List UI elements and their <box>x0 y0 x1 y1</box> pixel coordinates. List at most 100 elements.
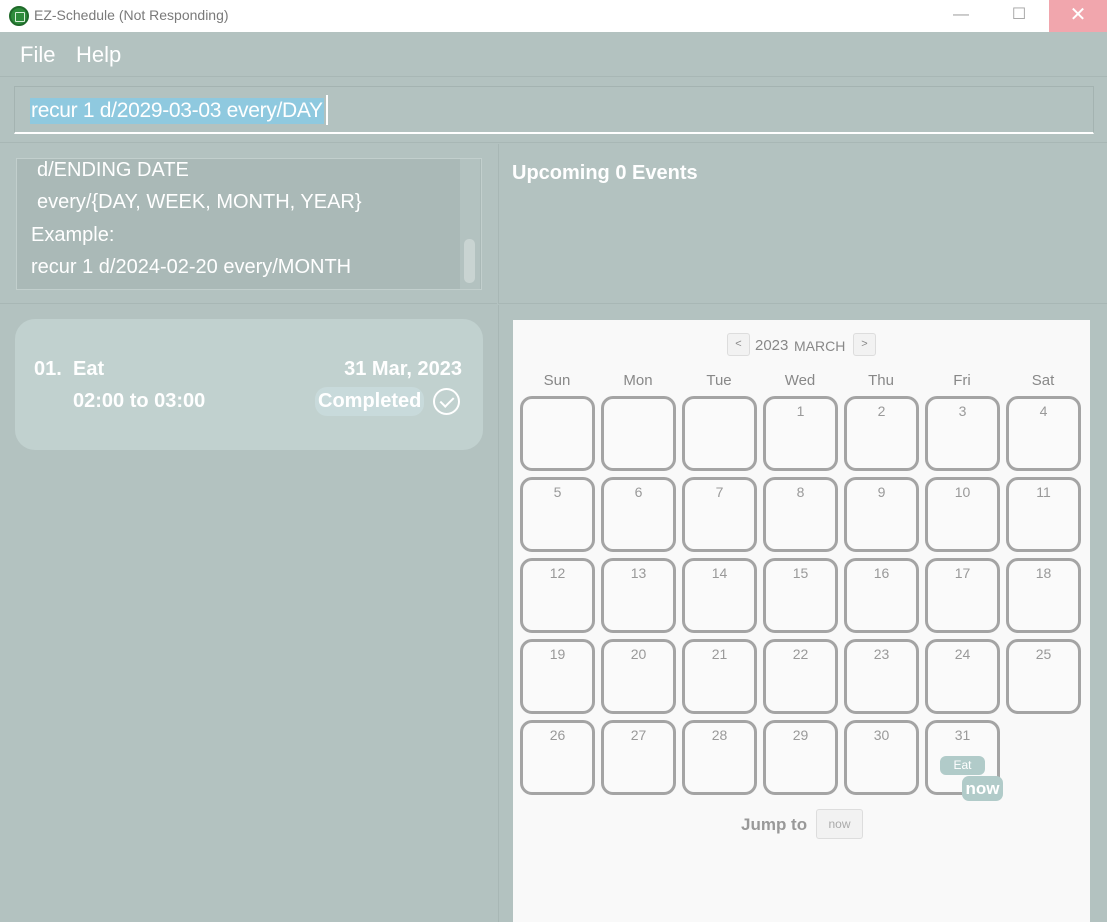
calendar-day-number: 2 <box>877 403 886 419</box>
calendar-day-cell[interactable]: 24 <box>925 639 1000 714</box>
result-line: d/ENDING DATE <box>37 159 189 181</box>
calendar-day-number: 11 <box>1036 484 1051 500</box>
upcoming-panel: Upcoming 0 Events <box>498 144 1107 304</box>
title-bar: EZ-Schedule (Not Responding) — ☐ ✕ <box>0 0 1107 32</box>
window-title: EZ-Schedule (Not Responding) <box>34 7 229 23</box>
minimize-button[interactable]: — <box>932 0 990 32</box>
calendar-day-number: 25 <box>1035 646 1052 662</box>
menu-file[interactable]: File <box>20 42 55 68</box>
calendar-month: MARCH <box>794 338 846 354</box>
calendar-day-number: 24 <box>954 646 971 662</box>
prev-month-button[interactable]: < <box>727 333 750 356</box>
upcoming-title: Upcoming 0 Events <box>512 162 698 184</box>
result-line: recur 1 d/2024-02-20 every/MONTH <box>31 256 352 278</box>
command-input-text: recur 1 d/2029-03-03 every/DAY <box>30 98 324 124</box>
result-panel: d/ENDING DATE every/{DAY, WEEK, MONTH, Y… <box>0 144 497 304</box>
calendar-day-number: 22 <box>792 646 809 662</box>
calendar-day-cell[interactable]: 21 <box>682 639 757 714</box>
calendar-day-number: 31 <box>954 727 971 743</box>
calendar-event-chip[interactable]: Eat <box>940 756 985 775</box>
weekday-header: Wed <box>784 372 816 389</box>
calendar-day-cell[interactable]: 11 <box>1006 477 1081 552</box>
calendar-day-number: 6 <box>634 484 643 500</box>
calendar-day-number: 14 <box>711 565 728 581</box>
event-index: 01. <box>34 358 62 380</box>
calendar-day-number: 5 <box>553 484 562 500</box>
calendar-day-number: 20 <box>630 646 647 662</box>
jump-to-label: Jump to <box>741 815 808 834</box>
next-month-button[interactable]: > <box>853 333 876 356</box>
weekday-header: Sat <box>1031 372 1055 389</box>
event-card[interactable]: 01. Eat 31 Mar, 2023 02:00 to 03:00 Comp… <box>15 319 483 450</box>
calendar-day-cell[interactable]: 26 <box>520 720 595 795</box>
calendar-day-number: 4 <box>1039 403 1048 419</box>
now-marker: now <box>962 776 1003 801</box>
calendar-day-cell[interactable]: 6 <box>601 477 676 552</box>
calendar-day-cell[interactable]: 23 <box>844 639 919 714</box>
calendar-day-number: 3 <box>958 403 967 419</box>
menu-help[interactable]: Help <box>76 42 121 68</box>
check-circle-icon <box>433 388 460 415</box>
calendar-day-number: 1 <box>796 403 805 419</box>
calendar-day-cell[interactable]: 12 <box>520 558 595 633</box>
calendar-day-cell[interactable]: 7 <box>682 477 757 552</box>
result-scrollbar[interactable] <box>460 159 480 289</box>
calendar-day-cell[interactable]: 5 <box>520 477 595 552</box>
menu-bar: File Help <box>0 32 1107 77</box>
weekday-header: Thu <box>868 372 894 389</box>
calendar-day-cell[interactable]: 2 <box>844 396 919 471</box>
weekday-header: Fri <box>953 372 971 389</box>
calendar-day-number: 23 <box>873 646 890 662</box>
calendar-day-number: 9 <box>877 484 886 500</box>
weekday-header: Sun <box>543 372 571 389</box>
weekday-header: Tue <box>706 372 732 389</box>
close-button[interactable]: ✕ <box>1049 0 1107 32</box>
calendar-day-number: 10 <box>954 484 971 500</box>
calendar-day-cell[interactable]: 28 <box>682 720 757 795</box>
calendar-day-cell[interactable] <box>682 396 757 471</box>
calendar: < 2023 MARCH > Jump to now Sun Mon Tue Wed T… <box>513 320 1090 922</box>
calendar-day-number: 21 <box>711 646 728 662</box>
calendar-day-cell[interactable]: 20 <box>601 639 676 714</box>
calendar-day-cell[interactable] <box>601 396 676 471</box>
calendar-day-number: 13 <box>630 565 647 581</box>
command-input[interactable]: recur 1 d/2029-03-03 every/DAY <box>14 86 1094 134</box>
calendar-day-cell[interactable]: 30 <box>844 720 919 795</box>
calendar-day-cell[interactable]: 3 <box>925 396 1000 471</box>
command-area: recur 1 d/2029-03-03 every/DAY <box>0 78 1107 143</box>
event-list-panel: 01. Eat 31 Mar, 2023 02:00 to 03:00 Comp… <box>0 305 497 922</box>
event-date: 31 Mar, 2023 <box>344 358 462 380</box>
calendar-day-cell[interactable]: 17 <box>925 558 1000 633</box>
maximize-button[interactable]: ☐ <box>990 0 1048 32</box>
event-status-badge: Completed <box>315 387 425 416</box>
calendar-day-number: 8 <box>796 484 805 500</box>
calendar-day-cell[interactable]: 19 <box>520 639 595 714</box>
calendar-day-cell[interactable]: 8 <box>763 477 838 552</box>
calendar-day-cell[interactable]: 14 <box>682 558 757 633</box>
calendar-day-cell[interactable]: 16 <box>844 558 919 633</box>
calendar-day-number: 19 <box>549 646 566 662</box>
calendar-day-cell[interactable]: 4 <box>1006 396 1081 471</box>
calendar-day-number: 27 <box>630 727 647 743</box>
calendar-day-number: 7 <box>715 484 724 500</box>
calendar-day-cell[interactable]: 29 <box>763 720 838 795</box>
calendar-day-cell[interactable]: 1 <box>763 396 838 471</box>
jump-now-button[interactable]: now <box>816 809 863 839</box>
calendar-day-cell[interactable]: 22 <box>763 639 838 714</box>
calendar-day-cell[interactable]: 10 <box>925 477 1000 552</box>
result-display[interactable]: d/ENDING DATE every/{DAY, WEEK, MONTH, Y… <box>16 158 482 290</box>
calendar-day-cell[interactable]: 13 <box>601 558 676 633</box>
calendar-day-cell[interactable] <box>520 396 595 471</box>
event-name: Eat <box>73 358 105 380</box>
calendar-day-cell[interactable]: 25 <box>1006 639 1081 714</box>
scrollbar-thumb[interactable] <box>464 239 475 283</box>
calendar-day-number: 17 <box>954 565 971 581</box>
calendar-day-cell[interactable]: 9 <box>844 477 919 552</box>
app-logo-icon <box>9 6 29 26</box>
calendar-day-number: 15 <box>792 565 809 581</box>
calendar-day-cell[interactable]: 27 <box>601 720 676 795</box>
calendar-day-cell[interactable]: 15 <box>763 558 838 633</box>
result-line: Example: <box>31 224 115 246</box>
calendar-day-cell[interactable]: 18 <box>1006 558 1081 633</box>
calendar-day-number: 18 <box>1035 565 1052 581</box>
